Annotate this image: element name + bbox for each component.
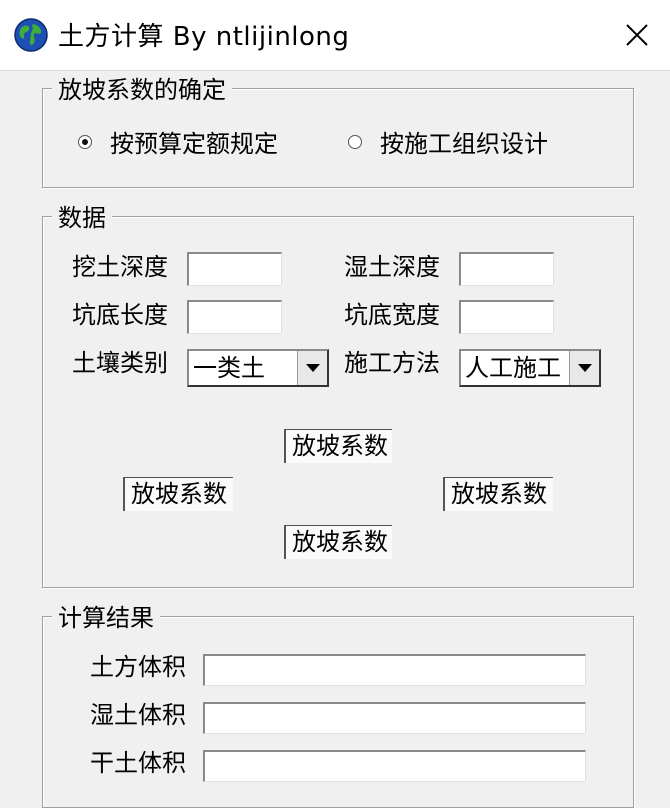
radio-budget-quota[interactable]: 按预算定额规定: [78, 124, 278, 159]
dig-depth-label: 挖土深度: [72, 253, 168, 281]
earth-volume-output[interactable]: [203, 654, 586, 686]
chevron-down-icon[interactable]: [569, 351, 599, 385]
radio-budget-quota-dot[interactable]: [78, 134, 92, 149]
soil-type-select[interactable]: 一类土: [187, 349, 329, 387]
earth-volume-label: 土方体积: [90, 653, 186, 681]
wet-volume-output[interactable]: [203, 702, 586, 734]
window-title: 土方计算 By ntlijinlong: [58, 22, 350, 52]
dig-depth-input[interactable]: [187, 252, 282, 286]
slope-method-legend: 放坡系数的确定: [52, 76, 232, 104]
chevron-down-icon[interactable]: [297, 351, 327, 385]
globe-icon: [14, 18, 48, 52]
pit-width-label: 坑底宽度: [344, 301, 440, 329]
slope-button-bottom[interactable]: 放坡系数: [284, 525, 392, 559]
result-legend: 计算结果: [52, 604, 160, 632]
dry-volume-label: 干土体积: [90, 749, 186, 777]
wet-volume-label: 湿土体积: [90, 701, 186, 729]
soil-type-label: 土壤类别: [72, 349, 168, 377]
wet-depth-label: 湿土深度: [344, 253, 440, 281]
radio-construction-design-dot[interactable]: [348, 134, 362, 149]
method-select[interactable]: 人工施工: [459, 349, 601, 387]
method-label: 施工方法: [344, 349, 440, 377]
method-value: 人工施工: [465, 354, 561, 382]
slope-button-left[interactable]: 放坡系数: [123, 477, 233, 511]
close-button[interactable]: [614, 14, 660, 56]
close-icon: [626, 24, 648, 46]
pit-width-input[interactable]: [459, 300, 554, 334]
data-legend: 数据: [52, 204, 112, 232]
radio-construction-design-label: 按施工组织设计: [380, 130, 548, 158]
radio-construction-design[interactable]: 按施工组织设计: [348, 124, 548, 159]
slope-button-top[interactable]: 放坡系数: [284, 429, 392, 463]
pit-length-input[interactable]: [187, 300, 282, 334]
soil-type-value: 一类土: [193, 354, 265, 382]
title-bar: 土方计算 By ntlijinlong: [0, 0, 670, 71]
radio-budget-quota-label: 按预算定额规定: [110, 130, 278, 158]
pit-length-label: 坑底长度: [72, 301, 168, 329]
dry-volume-output[interactable]: [203, 750, 586, 782]
wet-depth-input[interactable]: [459, 252, 554, 286]
slope-button-right[interactable]: 放坡系数: [443, 477, 553, 511]
